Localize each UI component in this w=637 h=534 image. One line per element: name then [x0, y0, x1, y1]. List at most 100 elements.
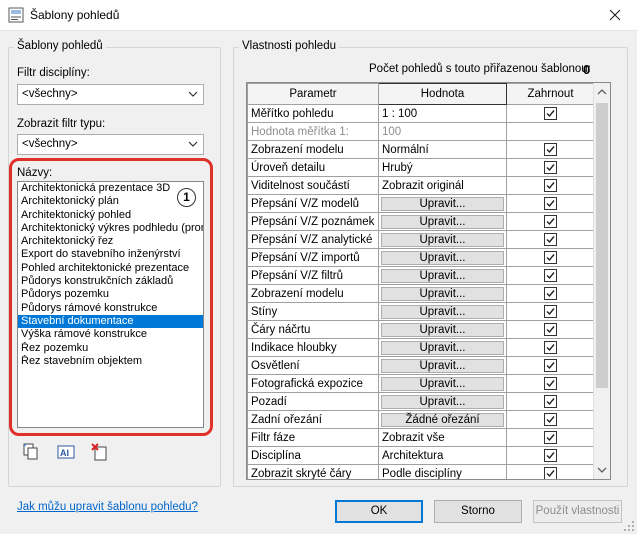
value-cell[interactable]: Podle disciplíny — [378, 464, 507, 479]
type-filter-select[interactable]: <všechny> — [17, 134, 204, 155]
table-row[interactable]: Stíny Upravit... — [247, 302, 595, 321]
include-checkbox[interactable] — [544, 467, 557, 479]
include-checkbox[interactable] — [544, 215, 557, 228]
include-cell — [506, 356, 595, 375]
table-row[interactable]: Osvětlení Upravit... — [247, 356, 595, 375]
include-cell — [506, 374, 595, 393]
table-row[interactable]: Zadní ořezání Žádné ořezání — [247, 410, 595, 429]
table-row[interactable]: Měřítko pohledu 1 : 100 — [247, 104, 595, 123]
cancel-button[interactable]: Storno — [434, 500, 522, 523]
value-cell: Upravit... — [378, 320, 507, 339]
table-row[interactable]: Přepsání V/Z importů Upravit... — [247, 248, 595, 267]
value-cell: Upravit... — [378, 194, 507, 213]
table-row[interactable]: Přepsání V/Z modelů Upravit... — [247, 194, 595, 213]
table-row[interactable]: Přepsání V/Z filtrů Upravit... — [247, 266, 595, 285]
edit-button[interactable]: Upravit... — [381, 268, 504, 283]
parameter-cell: Přepsání V/Z importů — [247, 248, 379, 267]
edit-button[interactable]: Upravit... — [381, 214, 504, 229]
table-row[interactable]: Zobrazení modelu Normální — [247, 140, 595, 159]
duplicate-icon[interactable] — [22, 443, 40, 461]
include-cell — [506, 212, 595, 231]
parameter-cell: Zobrazení modelu — [247, 284, 379, 303]
parameter-cell: Čáry náčrtu — [247, 320, 379, 339]
include-checkbox[interactable] — [544, 323, 557, 336]
title-bar: Šablony pohledů — [0, 0, 637, 31]
edit-button[interactable]: Upravit... — [381, 322, 504, 337]
discipline-filter-select[interactable]: <všechny> — [17, 84, 204, 105]
delete-icon[interactable] — [91, 443, 109, 461]
include-checkbox[interactable] — [544, 197, 557, 210]
include-checkbox[interactable] — [544, 251, 557, 264]
scroll-down-icon[interactable] — [597, 465, 607, 475]
edit-button[interactable]: Upravit... — [381, 286, 504, 301]
edit-button[interactable]: Upravit... — [381, 250, 504, 265]
value-cell[interactable]: Zobrazit vše — [378, 428, 507, 447]
include-checkbox[interactable] — [544, 269, 557, 282]
value-cell[interactable]: 1 : 100 — [378, 104, 507, 123]
include-checkbox[interactable] — [544, 449, 557, 462]
edit-button[interactable]: Žádné ořezání — [381, 412, 504, 427]
table-row[interactable]: Hodnota měřítka 1: 100 — [247, 122, 595, 141]
scrollbar-thumb[interactable] — [596, 103, 608, 388]
include-cell — [506, 266, 595, 285]
parameter-cell: Stíny — [247, 302, 379, 321]
include-checkbox[interactable] — [544, 287, 557, 300]
table-row[interactable]: Přepsání V/Z poznámek Upravit... — [247, 212, 595, 231]
help-link[interactable]: Jak můžu upravit šablonu pohledu? — [17, 501, 198, 513]
include-checkbox[interactable] — [544, 305, 557, 318]
value-cell: Upravit... — [378, 338, 507, 357]
value-cell: Upravit... — [378, 284, 507, 303]
value-cell[interactable]: Normální — [378, 140, 507, 159]
value-cell[interactable]: Hrubý — [378, 158, 507, 177]
properties-grid[interactable]: Parametr Hodnota Zahrnout Měřítko pohled… — [246, 82, 611, 480]
edit-button[interactable]: Upravit... — [381, 196, 504, 211]
include-checkbox[interactable] — [544, 341, 557, 354]
include-cell — [506, 194, 595, 213]
table-row[interactable]: Čáry náčrtu Upravit... — [247, 320, 595, 339]
table-row[interactable]: Viditelnost součástí Zobrazit originál — [247, 176, 595, 195]
table-row[interactable]: Fotografická expozice Upravit... — [247, 374, 595, 393]
table-row[interactable]: Pozadí Upravit... — [247, 392, 595, 411]
properties-scrollbar[interactable] — [593, 83, 610, 479]
include-checkbox[interactable] — [544, 377, 557, 390]
edit-button[interactable]: Upravit... — [381, 304, 504, 319]
rename-icon[interactable]: AI — [57, 443, 75, 461]
include-checkbox[interactable] — [544, 395, 557, 408]
table-row[interactable]: Filtr fáze Zobrazit vše — [247, 428, 595, 447]
view-properties-group-label: Vlastnosti pohledu — [239, 40, 339, 52]
window-title: Šablony pohledů — [30, 8, 120, 22]
parameter-cell: Disciplína — [247, 446, 379, 465]
edit-button[interactable]: Upravit... — [381, 358, 504, 373]
include-checkbox[interactable] — [544, 143, 557, 156]
column-header-zahrnout[interactable]: Zahrnout — [506, 83, 595, 105]
table-row[interactable]: Zobrazit skryté čáry Podle disciplíny — [247, 464, 595, 479]
table-row[interactable]: Přepsání V/Z analytické Upravit... — [247, 230, 595, 249]
value-cell[interactable]: Architektura — [378, 446, 507, 465]
table-row[interactable]: Zobrazení modelu Upravit... — [247, 284, 595, 303]
include-checkbox[interactable] — [544, 413, 557, 426]
include-checkbox[interactable] — [544, 359, 557, 372]
column-header-hodnota[interactable]: Hodnota — [378, 83, 507, 105]
resize-grip-icon[interactable] — [623, 520, 635, 532]
scroll-up-icon[interactable] — [597, 87, 607, 97]
include-checkbox[interactable] — [544, 179, 557, 192]
table-row[interactable]: Disciplína Architektura — [247, 446, 595, 465]
edit-button[interactable]: Upravit... — [381, 232, 504, 247]
include-checkbox[interactable] — [544, 161, 557, 174]
include-checkbox[interactable] — [544, 431, 557, 444]
include-checkbox[interactable] — [544, 233, 557, 246]
value-cell: Žádné ořezání — [378, 410, 507, 429]
ok-button[interactable]: OK — [335, 500, 423, 523]
table-row[interactable]: Úroveň detailu Hrubý — [247, 158, 595, 177]
table-row[interactable]: Indikace hloubky Upravit... — [247, 338, 595, 357]
close-button[interactable] — [592, 0, 637, 30]
value-cell[interactable]: Zobrazit originál — [378, 176, 507, 195]
apply-properties-button[interactable]: Použít vlastnosti — [533, 500, 622, 523]
edit-button[interactable]: Upravit... — [381, 376, 504, 391]
edit-button[interactable]: Upravit... — [381, 340, 504, 355]
edit-button[interactable]: Upravit... — [381, 394, 504, 409]
column-header-parametr[interactable]: Parametr — [247, 83, 379, 105]
include-cell — [506, 140, 595, 159]
include-checkbox[interactable] — [544, 107, 557, 120]
parameter-cell: Indikace hloubky — [247, 338, 379, 357]
